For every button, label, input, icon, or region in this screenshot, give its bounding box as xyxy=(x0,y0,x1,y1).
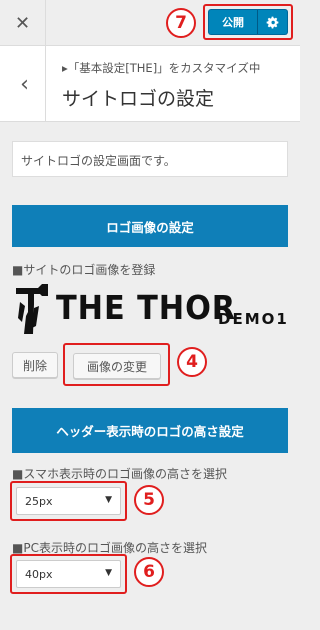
back-button[interactable]: ‹ xyxy=(0,46,46,122)
dropdown-arrow-icon: ▼ xyxy=(105,568,112,578)
change-image-button[interactable]: 画像の変更 xyxy=(73,353,161,379)
logo-section-heading: ロゴ画像の設定 xyxy=(12,205,288,247)
pc-height-annotation-box: 40px ▼ xyxy=(10,554,127,594)
annotation-marker-7: 7 xyxy=(166,8,196,38)
close-button[interactable]: ✕ xyxy=(0,0,46,46)
sp-height-label: ■スマホ表示時のロゴ画像の高さを選択 xyxy=(12,467,227,481)
pc-height-value: 40px xyxy=(25,568,53,581)
sp-height-annotation-box: 25px ▼ xyxy=(10,481,127,521)
description-box: サイトロゴの設定画面です。 xyxy=(12,141,288,177)
page-title: サイトロゴの設定 xyxy=(62,88,215,110)
height-section-heading: ヘッダー表示時のロゴの高さ設定 xyxy=(12,408,288,453)
breadcrumb: ▸「基本設定[THE]」をカスタマイズ中 xyxy=(62,61,261,75)
section-header: ‹ ▸「基本設定[THE]」をカスタマイズ中 サイトロゴの設定 xyxy=(0,46,300,122)
pc-height-select[interactable]: 40px ▼ xyxy=(16,560,121,588)
publish-button-group: 公開 xyxy=(208,9,288,35)
site-logo-preview: THE THOR DEMO1 xyxy=(12,282,292,336)
remove-image-button[interactable]: 削除 xyxy=(12,352,58,378)
change-image-annotation-box: 画像の変更 xyxy=(63,343,170,386)
top-bar: ✕ 公開 xyxy=(0,0,300,46)
publish-annotation-box: 公開 xyxy=(203,4,293,40)
publish-button[interactable]: 公開 xyxy=(208,9,258,35)
sp-height-select[interactable]: 25px ▼ xyxy=(16,487,121,515)
publish-settings-button[interactable] xyxy=(258,9,288,35)
close-icon: ✕ xyxy=(14,12,31,34)
annotation-marker-6: 6 xyxy=(134,557,164,587)
annotation-marker-4: 4 xyxy=(177,347,207,377)
logo-upload-label: ■サイトのロゴ画像を登録 xyxy=(12,263,156,277)
logo-main-text: THE THOR xyxy=(56,288,237,327)
gear-icon xyxy=(266,16,279,28)
dropdown-arrow-icon: ▼ xyxy=(105,495,112,505)
sp-height-value: 25px xyxy=(25,495,53,508)
logo-sub-text: DEMO1 xyxy=(218,310,289,328)
chevron-left-icon: ‹ xyxy=(20,71,29,97)
annotation-marker-5: 5 xyxy=(134,485,164,515)
